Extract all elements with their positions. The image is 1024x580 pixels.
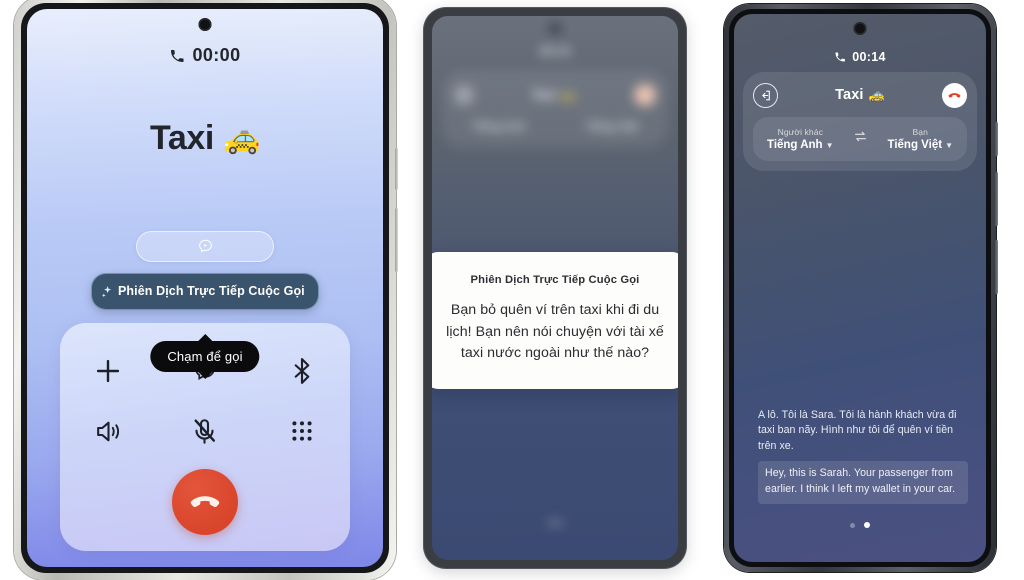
mute-button[interactable]: [182, 408, 228, 454]
translate-bubble-icon: [198, 239, 212, 253]
mic-muted-icon: [194, 418, 216, 444]
bluetooth-icon: [294, 358, 309, 384]
page-indicator[interactable]: [734, 522, 986, 528]
blurred-back-icon: [454, 85, 474, 105]
plus-icon: [97, 359, 120, 383]
right-phone-screen: 00:14 Taxi 🚕 Người khác Tiếng Anh ▼ Bạn …: [734, 14, 986, 562]
sparkle-icon: [101, 285, 112, 297]
left-phone-mockup: 00:00 Taxi 🚕 Phiên Dịch Trực Tiếp Cuộc G…: [14, 0, 398, 580]
blurred-title: Taxi 🚕: [531, 87, 577, 102]
blurred-pager: [547, 520, 563, 526]
transcript-area: A lô. Tôi là Sara. Tôi là hành khách vừa…: [758, 408, 968, 504]
hangup-icon: [948, 92, 961, 98]
your-language-value-row: Tiếng Việt ▼: [888, 139, 953, 151]
blurred-hangup-icon: [633, 84, 656, 106]
right-phone-volume-down-button[interactable]: [995, 172, 998, 226]
front-camera-icon: [550, 24, 560, 33]
your-language-label: Bạn: [912, 127, 928, 137]
contact-name: Taxi: [835, 87, 864, 103]
translation-header: Taxi 🚕: [753, 80, 967, 110]
call-timer-value: 00:00: [192, 45, 241, 65]
call-timer-value: 00:14: [852, 50, 886, 64]
front-camera-icon: [198, 18, 212, 31]
phone-icon: [835, 52, 846, 62]
taxi-emoji-icon: 🚕: [868, 87, 885, 102]
blurred-lang-right: Tiếng Việt: [585, 121, 638, 133]
language-selector-bar: Người khác Tiếng Anh ▼ Bạn Tiếng Việt ▼: [753, 117, 967, 161]
speaker-icon: [96, 421, 119, 441]
end-call-button[interactable]: [941, 82, 967, 108]
call-contact-title: Taxi 🚕: [835, 87, 885, 103]
prompt-card: Phiên Dịch Trực Tiếp Cuộc Gọi Bạn bỏ quê…: [432, 252, 678, 389]
middle-phone-mockup: 00:14 Taxi 🚕 Tiếng Anh Tiếng Việt Phiên …: [424, 8, 686, 568]
end-call-button[interactable]: [172, 469, 238, 535]
translation-panel: Taxi 🚕 Người khác Tiếng Anh ▼ Bạn Tiếng …: [743, 72, 977, 171]
call-timer: 00:00: [27, 45, 383, 66]
front-camera-icon: [853, 22, 867, 35]
keypad-button[interactable]: [279, 408, 325, 454]
middle-phone-screen: 00:14 Taxi 🚕 Tiếng Anh Tiếng Việt Phiên …: [432, 16, 678, 560]
left-phone-screen: 00:00 Taxi 🚕 Phiên Dịch Trực Tiếp Cuộc G…: [27, 9, 383, 567]
translated-message: A lô. Tôi là Sara. Tôi là hành khách vừa…: [758, 408, 957, 452]
add-call-button[interactable]: [85, 348, 131, 394]
hangup-icon: [190, 496, 220, 508]
chevron-down-icon: ▼: [825, 140, 834, 150]
call-contact-title: Taxi 🚕: [27, 119, 383, 158]
other-language-value: Tiếng Anh: [767, 139, 823, 151]
call-timer: 00:14: [734, 50, 986, 64]
page-dot-2[interactable]: [864, 522, 870, 528]
blurred-call-timer: 00:14: [539, 44, 571, 58]
right-phone-mockup: 00:14 Taxi 🚕 Người khác Tiếng Anh ▼ Bạn …: [724, 4, 998, 572]
exit-app-button[interactable]: [753, 82, 778, 108]
exit-app-icon: [762, 90, 770, 100]
other-language-value-row: Tiếng Anh ▼: [767, 139, 834, 151]
your-language-value: Tiếng Việt: [887, 139, 943, 151]
taxi-emoji-icon: 🚕: [222, 121, 260, 155]
left-phone-power-button[interactable]: [395, 208, 398, 272]
bluetooth-button[interactable]: [279, 348, 325, 394]
blurred-header-row: Taxi 🚕: [442, 82, 668, 108]
ai-tooltip-label: Phiên Dịch Trực Tiếp Cuộc Gọi: [118, 284, 305, 298]
original-message: Hey, this is Sarah. Your passenger from …: [758, 461, 968, 504]
tap-to-call-tooltip[interactable]: Chạm để gọi: [150, 341, 260, 372]
live-translate-pill-button[interactable]: [136, 231, 274, 262]
phone-icon: [171, 49, 185, 62]
blurred-translate-header: Taxi 🚕 Tiếng Anh Tiếng Việt: [442, 70, 668, 148]
prompt-card-title: Phiên Dịch Trực Tiếp Cuộc Gọi: [470, 274, 640, 286]
screenshot-stage: 00:00 Taxi 🚕 Phiên Dịch Trực Tiếp Cuộc G…: [0, 0, 1024, 580]
prompt-card-body: Bạn bỏ quên ví trên taxi khi đi du lịch!…: [446, 302, 664, 362]
left-phone-volume-button[interactable]: [395, 148, 398, 190]
tap-tooltip-label: Chạm để gọi: [167, 349, 243, 364]
contact-name: Taxi: [150, 119, 214, 157]
page-dot-1[interactable]: [850, 522, 855, 528]
right-phone-power-button[interactable]: [995, 240, 998, 294]
speaker-button[interactable]: [85, 408, 131, 454]
other-language-label: Người khác: [777, 127, 823, 137]
blurred-lang-left: Tiếng Anh: [472, 121, 526, 133]
ai-feature-tooltip[interactable]: Phiên Dịch Trực Tiếp Cuộc Gọi: [91, 273, 319, 310]
right-phone-volume-up-button[interactable]: [995, 122, 998, 156]
blurred-language-bar: Tiếng Anh Tiếng Việt: [442, 112, 668, 142]
dialpad-icon: [292, 421, 312, 441]
your-language-selector[interactable]: Bạn Tiếng Việt ▼: [888, 127, 953, 151]
chevron-down-icon: ▼: [945, 140, 953, 150]
swap-languages-icon: [854, 131, 867, 142]
other-language-selector[interactable]: Người khác Tiếng Anh ▼: [767, 127, 834, 151]
swap-languages-button[interactable]: [853, 129, 868, 149]
